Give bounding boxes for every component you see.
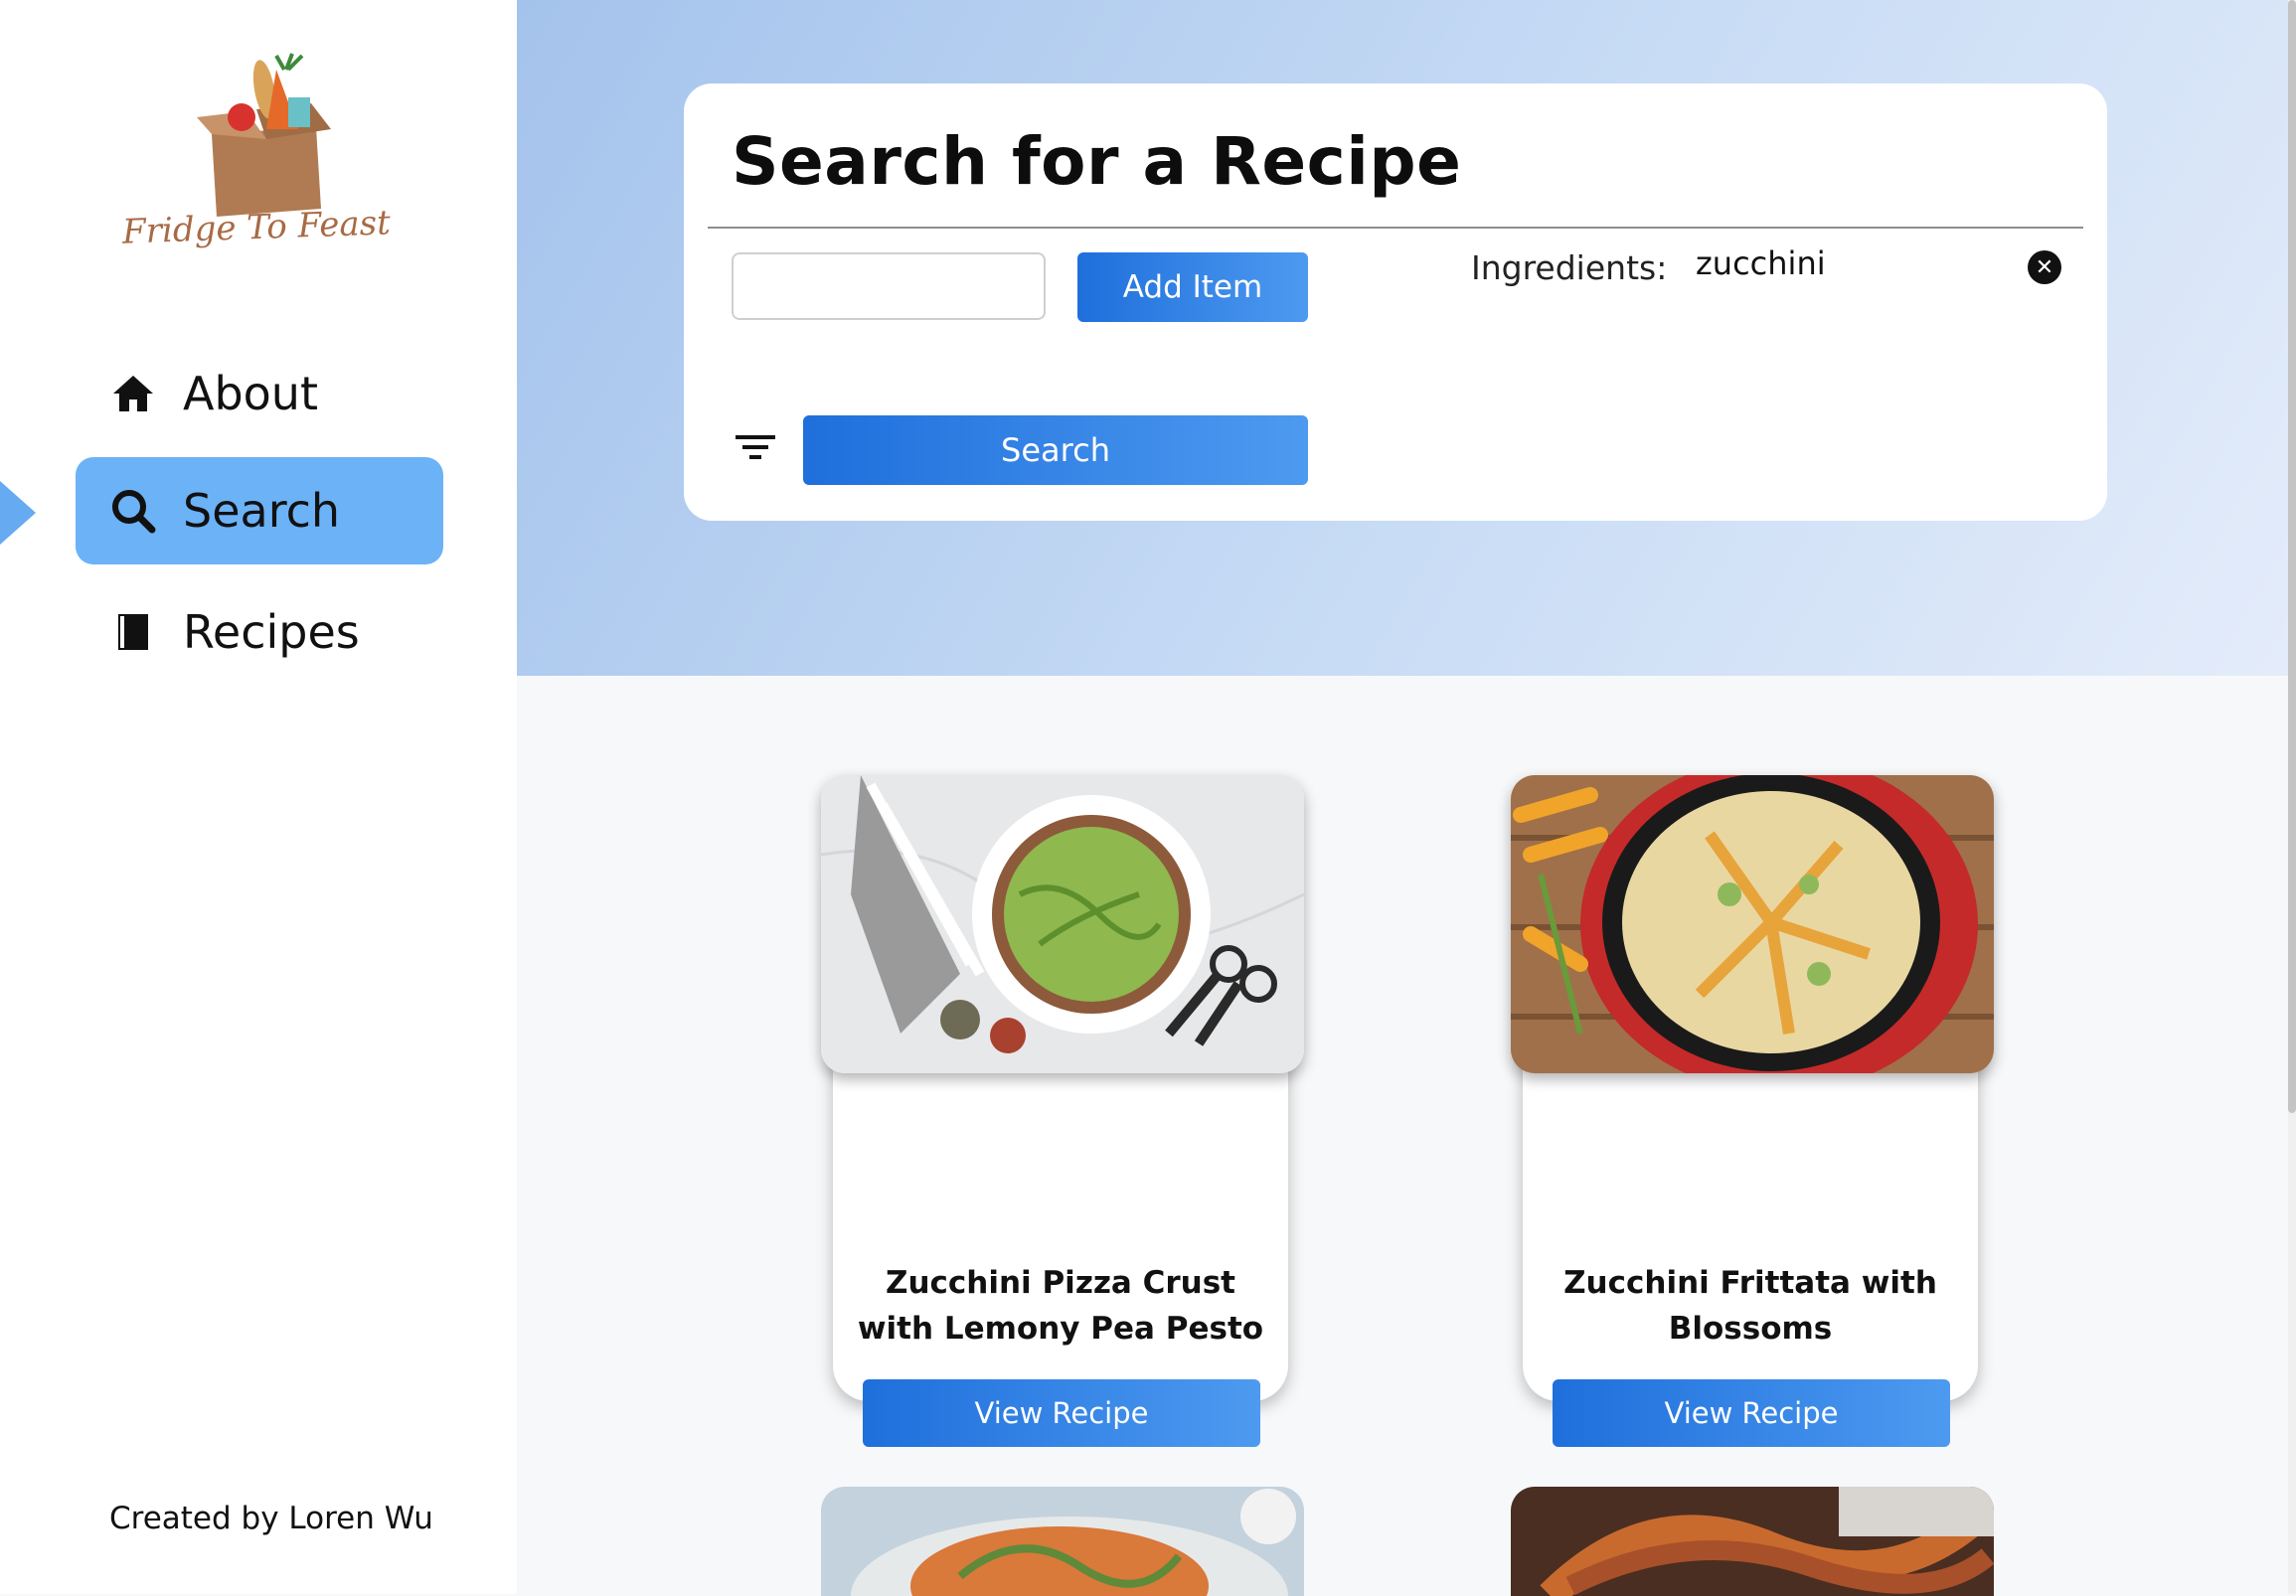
ingredient-input[interactable] [732, 252, 1046, 320]
app-logo: Fridge To Feast [117, 40, 396, 252]
filter-icon[interactable] [734, 429, 777, 465]
sidebar-item-label: Recipes [183, 605, 360, 659]
sidebar-item-label: Search [183, 484, 341, 538]
active-indicator [0, 481, 36, 545]
ingredients-label: Ingredients: [1471, 248, 1668, 287]
page-title: Search for a Recipe [732, 123, 1462, 200]
remove-ingredient-icon[interactable]: ✕ [2028, 250, 2061, 284]
scrollbar-thumb[interactable] [2288, 0, 2296, 1113]
sidebar-item-about[interactable]: About [76, 340, 443, 447]
sidebar-item-recipes[interactable]: Recipes [76, 578, 443, 686]
add-item-button[interactable]: Add Item [1077, 252, 1308, 322]
recipe-image[interactable] [821, 775, 1304, 1073]
sidebar: Fridge To Feast About Search Recipes Cre… [0, 0, 517, 1594]
search-icon [103, 481, 163, 541]
recipe-title: Zucchini Frittata with Blossoms [1563, 1265, 1937, 1347]
recipe-title: Zucchini Pizza Crust with Lemony Pea Pes… [857, 1265, 1264, 1347]
recipe-image[interactable] [1511, 775, 1994, 1073]
recipe-image[interactable] [821, 1487, 1304, 1596]
view-recipe-button[interactable]: View Recipe [1553, 1379, 1950, 1447]
sidebar-item-label: About [183, 367, 319, 420]
sidebar-item-search[interactable]: Search [76, 457, 443, 564]
credit-text: Created by Loren Wu [109, 1501, 433, 1536]
divider [708, 227, 2083, 229]
recipe-card: Zucchini Frittata with Blossoms View Rec… [1511, 775, 1994, 1447]
view-recipe-button[interactable]: View Recipe [863, 1379, 1260, 1447]
home-icon [103, 364, 163, 423]
recipe-image[interactable] [1511, 1487, 1994, 1596]
search-card: Search for a Recipe Add Item Ingredients… [684, 83, 2107, 521]
book-icon [103, 602, 163, 662]
recipe-card: Zucchini Pizza Crust with Lemony Pea Pes… [821, 775, 1304, 1447]
logo-text: Fridge To Feast [120, 203, 391, 248]
search-button[interactable]: Search [803, 415, 1308, 485]
ingredient-chip: zucchini [1696, 244, 1826, 282]
